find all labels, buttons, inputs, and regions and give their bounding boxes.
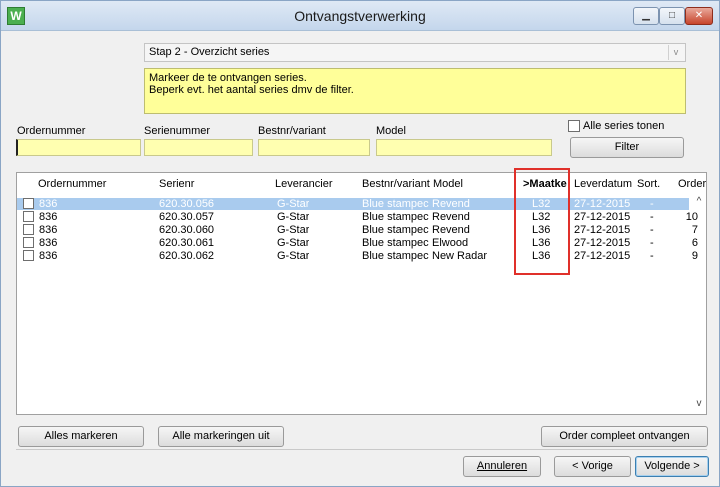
alle-markeringen-uit-button[interactable]: Alle markeringen uit: [158, 426, 284, 447]
instruction-box: Markeer de te ontvangen series. Beperk e…: [144, 68, 686, 114]
col-header-order[interactable]: Order: [678, 178, 706, 190]
step-select-value: Stap 2 - Overzicht series: [149, 46, 270, 58]
cell-order: 6: [691, 237, 698, 249]
col-header-leverancier[interactable]: Leverancier: [275, 178, 332, 190]
cell-sort: -: [650, 211, 654, 223]
model-input[interactable]: [376, 139, 552, 156]
bestnr-label: Bestnr/variant: [258, 125, 326, 137]
table-row[interactable]: 836 620.30.061 G-Star Blue stampec Elwood L36…: [17, 237, 698, 249]
cell-sort: -: [650, 224, 654, 236]
cell-serienr: 620.30.062: [159, 250, 215, 262]
cell-leverancier: G-Star: [277, 198, 310, 210]
maatkenmerk-highlight: [514, 168, 570, 275]
cell-serienr: 620.30.060: [159, 224, 215, 236]
table-row[interactable]: 836 620.30.057 G-Star Blue stampec Revend L32…: [17, 211, 698, 223]
col-header-serienr[interactable]: Serienr: [159, 178, 194, 190]
title-bar[interactable]: W Ontvangstverwerking ▁ □ ✕: [1, 1, 719, 31]
scroll-down-icon[interactable]: v: [693, 399, 705, 409]
step-select[interactable]: Stap 2 - Overzicht series v: [144, 43, 686, 62]
window-title: Ontvangstverwerking: [294, 8, 426, 24]
cell-ordernummer: 836: [39, 224, 58, 236]
cell-order: 9: [691, 250, 698, 262]
serienummer-input[interactable]: [144, 139, 253, 156]
cell-bestnr: Blue stampec: [362, 224, 429, 236]
cell-leverdatum: 27-12-2015: [574, 211, 631, 223]
cell-leverancier: G-Star: [277, 250, 310, 262]
cell-leverancier: G-Star: [277, 237, 310, 249]
cell-ordernummer: 836: [39, 198, 58, 210]
alle-series-label: Alle series tonen: [583, 120, 665, 132]
cell-leverdatum: 27-12-2015: [574, 250, 631, 262]
col-header-model[interactable]: Model: [433, 178, 463, 190]
cell-bestnr: Blue stampec: [362, 211, 429, 223]
annuleren-label: Annuleren: [476, 460, 528, 472]
close-button[interactable]: ✕: [685, 7, 713, 25]
cell-sort: -: [650, 237, 654, 249]
row-checkbox[interactable]: [23, 237, 34, 248]
chevron-down-icon[interactable]: v: [668, 45, 683, 60]
cell-ordernummer: 836: [39, 237, 58, 249]
ordernummer-input[interactable]: [16, 139, 141, 156]
cell-ordernummer: 836: [39, 250, 58, 262]
bestnr-input[interactable]: [258, 139, 370, 156]
alles-markeren-button[interactable]: Alles markeren: [18, 426, 144, 447]
cell-bestnr: Blue stampec: [362, 198, 429, 210]
ordernummer-label: Ordernummer: [17, 125, 86, 137]
cell-leverancier: G-Star: [277, 224, 310, 236]
maximize-button[interactable]: □: [659, 7, 685, 25]
row-checkbox[interactable]: [23, 250, 34, 261]
cell-model: Revend: [432, 198, 470, 210]
filter-button[interactable]: Filter: [570, 137, 684, 158]
col-header-ordernummer[interactable]: Ordernummer: [38, 178, 106, 190]
cell-serienr: 620.30.061: [159, 237, 215, 249]
table-row[interactable]: 836 620.30.056 G-Star Blue stampec Revend L32…: [17, 198, 698, 210]
table-row[interactable]: 836 620.30.060 G-Star Blue stampec Revend L36…: [17, 224, 698, 236]
cell-model: Revend: [432, 211, 470, 223]
cell-bestnr: Blue stampec: [362, 250, 429, 262]
table-row[interactable]: 836 620.30.062 G-Star Blue stampec New Radar…: [17, 250, 698, 262]
cell-serienr: 620.30.056: [159, 198, 215, 210]
cell-order: 10: [685, 211, 698, 223]
main-window: W Ontvangstverwerking ▁ □ ✕ Stap 2 - Ove…: [0, 0, 720, 487]
col-header-bestnr[interactable]: Bestnr/variant: [362, 178, 430, 190]
alle-series-checkbox[interactable]: [568, 120, 580, 132]
divider: [16, 449, 707, 450]
scroll-up-icon[interactable]: ^: [693, 197, 705, 207]
cell-sort: -: [650, 198, 654, 210]
cell-bestnr: Blue stampec: [362, 237, 429, 249]
row-checkbox[interactable]: [23, 198, 34, 209]
cell-leverdatum: 27-12-2015: [574, 224, 631, 236]
instruction-line-1: Markeer de te ontvangen series.: [149, 72, 307, 84]
col-header-sort[interactable]: Sort.: [637, 178, 660, 190]
col-header-leverdatum[interactable]: Leverdatum: [574, 178, 632, 190]
model-label: Model: [376, 125, 406, 137]
row-checkbox[interactable]: [23, 211, 34, 222]
cell-order: 7: [691, 224, 698, 236]
serienummer-label: Serienummer: [144, 125, 211, 137]
cell-model: New Radar: [432, 250, 488, 262]
volgende-button[interactable]: Volgende >: [635, 456, 709, 477]
vorige-button[interactable]: < Vorige: [554, 456, 631, 477]
order-compleet-button[interactable]: Order compleet ontvangen: [541, 426, 708, 447]
instruction-line-2: Beperk evt. het aantal series dmv de fil…: [149, 84, 354, 96]
cell-serienr: 620.30.057: [159, 211, 215, 223]
cell-leverdatum: 27-12-2015: [574, 198, 631, 210]
minimize-button[interactable]: ▁: [633, 7, 659, 25]
cell-model: Revend: [432, 224, 470, 236]
cell-ordernummer: 836: [39, 211, 58, 223]
cell-model: Elwood: [432, 237, 469, 249]
row-checkbox[interactable]: [23, 224, 34, 235]
cell-sort: -: [650, 250, 654, 262]
cell-leverancier: G-Star: [277, 211, 310, 223]
annuleren-button[interactable]: Annuleren: [463, 456, 541, 477]
cell-leverdatum: 27-12-2015: [574, 237, 631, 249]
